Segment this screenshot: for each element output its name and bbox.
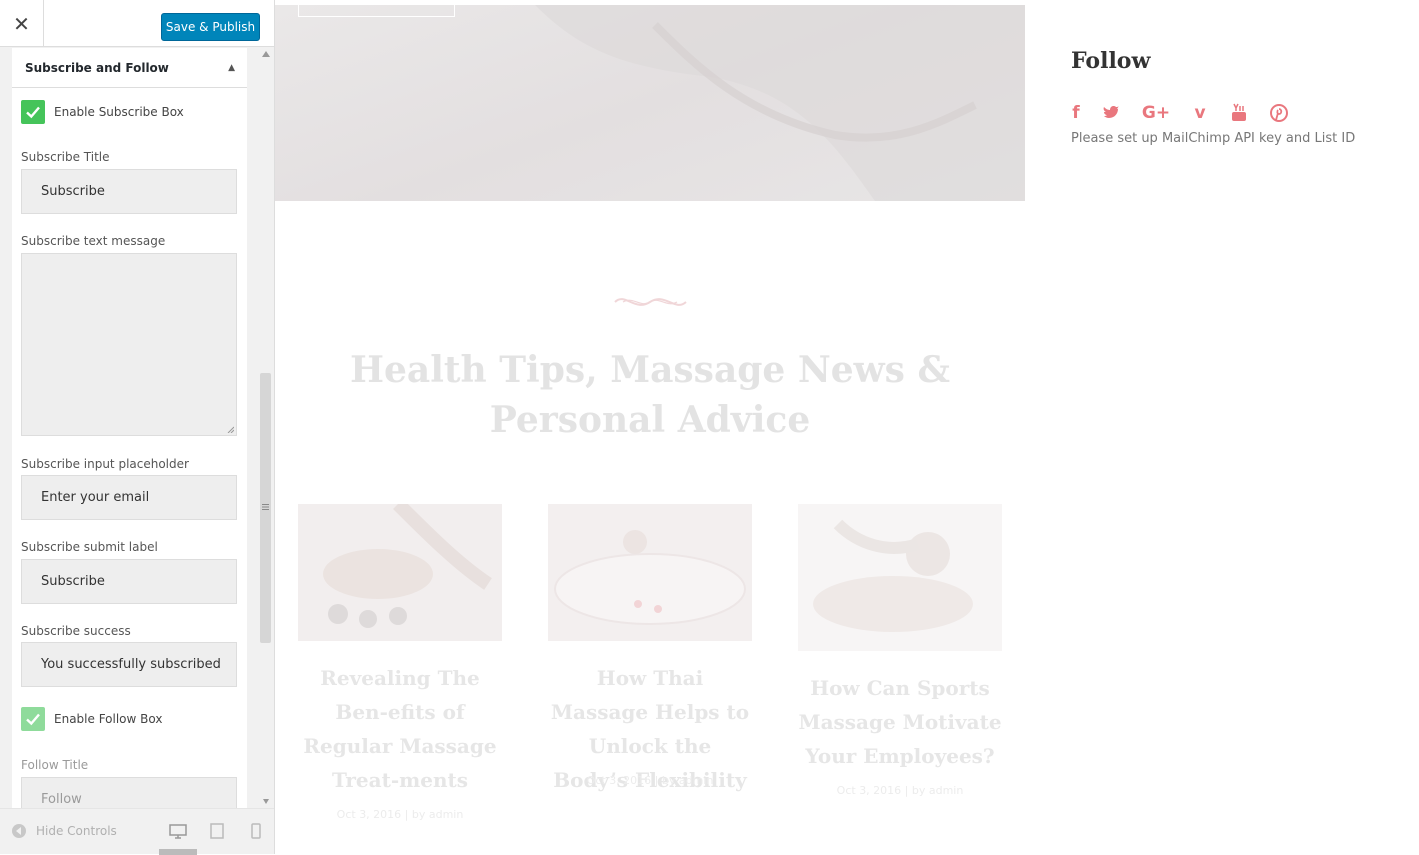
- post-title-1[interactable]: Revealing The Ben-efits of Regular Massa…: [298, 661, 502, 797]
- submit-label-input[interactable]: Subscribe: [21, 559, 237, 604]
- input-placeholder-label: Subscribe input placeholder: [21, 457, 189, 471]
- mobile-preview-icon[interactable]: [247, 823, 265, 839]
- post-meta-2: Oct 3, 2016 | by admin: [586, 774, 714, 787]
- save-publish-button[interactable]: Save & Publish: [161, 13, 260, 41]
- enable-subscribe-checkbox[interactable]: [21, 100, 45, 124]
- subscribe-text-label: Subscribe text message: [21, 234, 166, 248]
- twitter-icon[interactable]: [1103, 103, 1121, 123]
- google-plus-icon[interactable]: G+: [1142, 103, 1170, 123]
- follow-title-label: Follow Title: [21, 758, 89, 772]
- input-placeholder-input[interactable]: Enter your email: [21, 475, 237, 520]
- mailchimp-notice: Please set up MailChimp API key and List…: [1071, 131, 1356, 146]
- enable-follow-label: Enable Follow Box: [54, 712, 163, 726]
- post-thumbnail-2[interactable]: [548, 504, 752, 641]
- enable-subscribe-row[interactable]: Enable Subscribe Box: [21, 100, 184, 124]
- blog-section-title: Health Tips, Massage News & Personal Adv…: [350, 349, 950, 441]
- hero-button-outline[interactable]: [298, 0, 455, 17]
- scroll-up-icon[interactable]: [262, 51, 270, 57]
- pinterest-icon[interactable]: [1270, 103, 1288, 123]
- panel-scrollbar[interactable]: [258, 47, 274, 808]
- facebook-icon[interactable]: f: [1071, 103, 1081, 123]
- tablet-preview-icon[interactable]: [208, 823, 226, 839]
- subscribe-follow-section: Subscribe and Follow ▲ Enable Subscribe …: [12, 48, 247, 808]
- hide-controls-label: Hide Controls: [36, 824, 117, 838]
- success-label: Subscribe success: [21, 624, 131, 638]
- active-device-indicator: [159, 849, 197, 855]
- post-meta-3: Oct 3, 2016 | by admin: [836, 784, 964, 797]
- collapse-arrow-icon[interactable]: ▲: [228, 63, 235, 73]
- post-meta-1: Oct 3, 2016 | by admin: [336, 808, 464, 821]
- subscribe-title-label: Subscribe Title: [21, 150, 110, 164]
- customizer-footer: Hide Controls: [0, 808, 274, 855]
- success-input[interactable]: You successfully subscribed: [21, 642, 237, 687]
- post-title-3[interactable]: How Can Sports Massage Motivate Your Emp…: [798, 671, 1002, 773]
- post-thumbnail-1[interactable]: [298, 504, 502, 641]
- customizer-header: ✕ Save & Publish: [0, 0, 274, 47]
- hands-image: [535, 5, 1025, 201]
- vimeo-icon[interactable]: v: [1191, 103, 1209, 123]
- collapse-icon: [12, 824, 26, 838]
- customizer-panel: ✕ Save & Publish Subscribe and Follow ▲ …: [0, 0, 275, 855]
- youtube-icon[interactable]: [1230, 103, 1248, 123]
- grip-icon: [262, 504, 269, 510]
- checkmark-icon: [26, 713, 40, 726]
- close-icon[interactable]: ✕: [0, 0, 44, 47]
- follow-widget-title: Follow: [1071, 48, 1151, 74]
- scrollbar-thumb[interactable]: [260, 373, 271, 643]
- follow-title-input[interactable]: Follow: [21, 777, 237, 808]
- post-thumbnail-3[interactable]: [798, 504, 1002, 651]
- site-preview: Health Tips, Massage News & Personal Adv…: [275, 0, 1419, 854]
- resize-handle-icon[interactable]: [226, 425, 234, 433]
- hide-controls-button[interactable]: Hide Controls: [12, 824, 117, 838]
- checkmark-icon: [26, 106, 40, 119]
- enable-subscribe-label: Enable Subscribe Box: [54, 105, 184, 119]
- desktop-preview-icon[interactable]: [169, 823, 187, 839]
- subscribe-text-textarea[interactable]: [21, 253, 237, 436]
- hero-image: [275, 0, 1025, 201]
- subscribe-title-input[interactable]: Subscribe: [21, 169, 237, 214]
- submit-label-label: Subscribe submit label: [21, 540, 158, 554]
- section-title: Subscribe and Follow: [25, 60, 169, 75]
- scroll-down-icon[interactable]: [263, 799, 269, 804]
- enable-follow-row[interactable]: Enable Follow Box: [21, 707, 162, 731]
- section-header[interactable]: Subscribe and Follow ▲: [12, 48, 247, 88]
- enable-follow-checkbox[interactable]: [21, 707, 45, 731]
- flourish-ornament-icon: [614, 298, 687, 306]
